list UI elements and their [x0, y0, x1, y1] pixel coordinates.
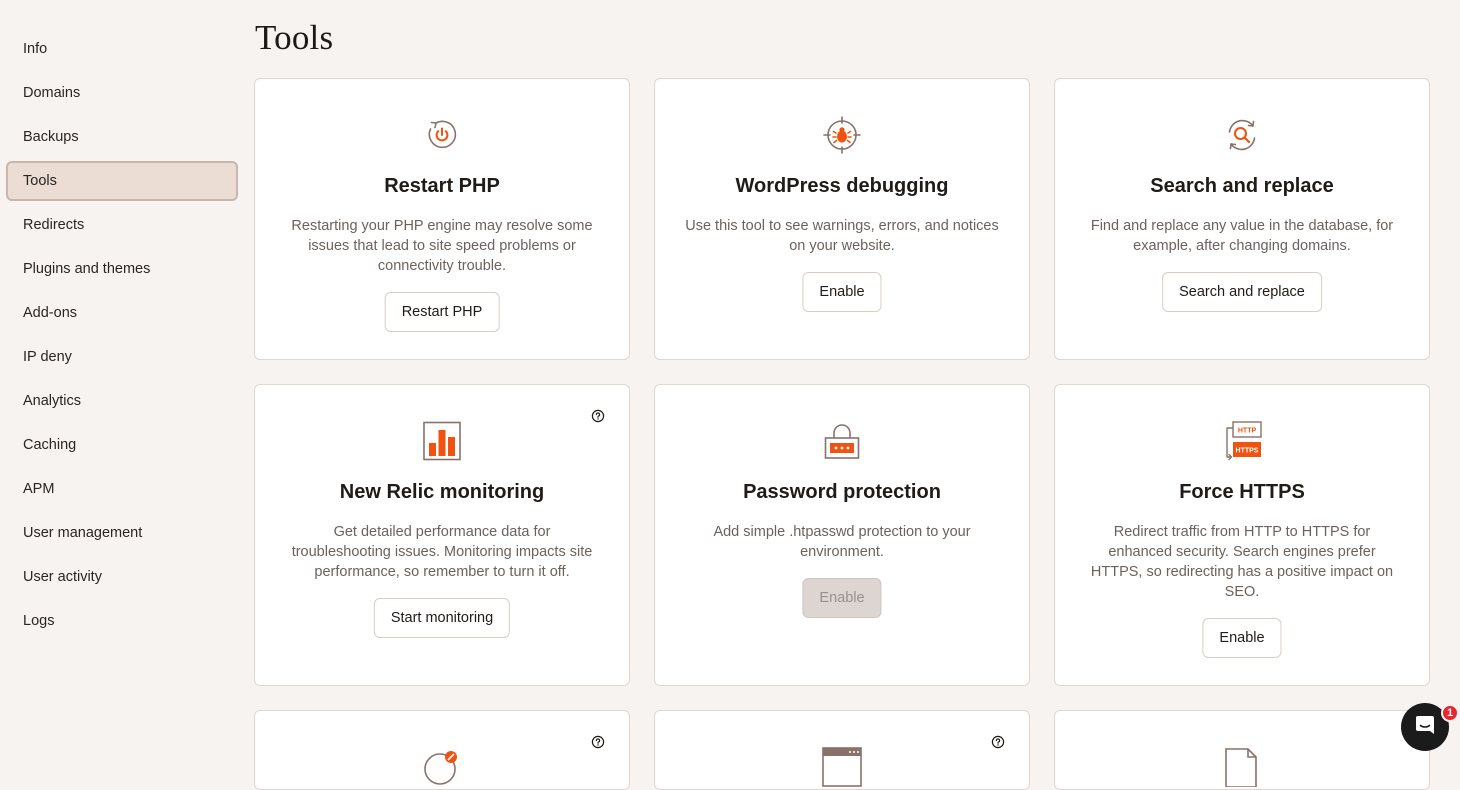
- card-title: Restart PHP: [384, 175, 500, 197]
- sidebar-item-apm[interactable]: APM: [6, 469, 238, 509]
- https-label: HTTPS: [1236, 448, 1259, 455]
- sidebar-item-label: Domains: [23, 85, 81, 101]
- sidebar-item-label: Plugins and themes: [23, 261, 151, 277]
- card-partial-2: [654, 710, 1030, 790]
- card-description: Redirect traffic from HTTP to HTTPS for …: [1090, 524, 1394, 600]
- sidebar-item-tools[interactable]: Tools: [6, 161, 238, 201]
- card-search-and-replace: Search and replace Find and replace any …: [1054, 78, 1430, 360]
- sidebar-item-label: Logs: [23, 613, 55, 629]
- sidebar-item-user-activity[interactable]: User activity: [6, 557, 238, 597]
- sidebar-item-label: Redirects: [23, 217, 85, 233]
- sidebar-item-label: User management: [23, 525, 143, 541]
- bug-target-icon: [822, 115, 862, 155]
- bar-chart-icon: [422, 421, 462, 461]
- search-refresh-icon: [1222, 115, 1262, 155]
- card-title: Search and replace: [1150, 175, 1334, 197]
- sidebar-item-plugins-and-themes[interactable]: Plugins and themes: [6, 249, 238, 289]
- card-force-https: HTTP HTTPS Force HTTPS Redirect traffic …: [1054, 384, 1430, 686]
- help-icon[interactable]: [591, 409, 605, 423]
- enable-password-protection-button[interactable]: Enable: [802, 578, 882, 618]
- card-partial-1: [254, 710, 630, 790]
- card-wordpress-debugging: WordPress debugging Use this tool to see…: [654, 78, 1030, 360]
- sidebar-item-label: APM: [23, 481, 55, 497]
- card-new-relic-monitoring: New Relic monitoring Get detailed perfor…: [254, 384, 630, 686]
- card-description: Restarting your PHP engine may resolve s…: [291, 218, 593, 274]
- sidebar-item-user-management[interactable]: User management: [6, 513, 238, 553]
- browser-window-icon: [822, 747, 862, 787]
- sidebar-item-add-ons[interactable]: Add-ons: [6, 293, 238, 333]
- page-title: Tools: [255, 18, 334, 57]
- sidebar-item-backups[interactable]: Backups: [6, 117, 238, 157]
- restart-power-icon: [422, 115, 462, 155]
- card-description: Get detailed performance data for troubl…: [291, 524, 593, 580]
- sidebar-item-label: Info: [23, 41, 48, 57]
- padlock-icon: [822, 421, 862, 461]
- sidebar-item-label: Analytics: [23, 393, 82, 409]
- sidebar-item-analytics[interactable]: Analytics: [6, 381, 238, 421]
- document-icon: [1222, 747, 1262, 787]
- help-icon[interactable]: [591, 735, 605, 749]
- restart-php-button[interactable]: Restart PHP: [384, 292, 500, 332]
- chat-bubble-icon: [1413, 713, 1437, 742]
- sidebar-nav: Info Domains Backups Tools Redirects Plu…: [0, 0, 246, 758]
- card-title: New Relic monitoring: [339, 481, 545, 503]
- http-label: HTTP: [1238, 428, 1257, 435]
- card-password-protection: Password protection Add simple .htpasswd…: [654, 384, 1030, 686]
- sidebar-item-caching[interactable]: Caching: [6, 425, 238, 465]
- sidebar-item-logs[interactable]: Logs: [6, 601, 238, 641]
- globe-block-icon: [422, 747, 462, 787]
- card-title: Force HTTPS: [1179, 481, 1305, 503]
- sidebar-item-label: Backups: [23, 129, 79, 145]
- card-title: Password protection: [743, 481, 941, 503]
- sidebar-item-label: Tools: [23, 173, 57, 189]
- notification-badge: 1: [1441, 704, 1459, 722]
- help-icon[interactable]: [991, 735, 1005, 749]
- card-description: Add simple .htpasswd protection to your …: [713, 524, 971, 560]
- sidebar-item-info[interactable]: Info: [6, 29, 238, 69]
- card-restart-php: Restart PHP Restarting your PHP engine m…: [254, 78, 630, 360]
- sidebar-item-redirects[interactable]: Redirects: [6, 205, 238, 245]
- card-partial-3: [1054, 710, 1430, 790]
- search-and-replace-button[interactable]: Search and replace: [1162, 272, 1322, 312]
- sidebar-item-ip-deny[interactable]: IP deny: [6, 337, 238, 377]
- enable-debugging-button[interactable]: Enable: [802, 272, 882, 312]
- sidebar-item-label: User activity: [23, 569, 102, 585]
- sidebar-item-label: Caching: [23, 437, 77, 453]
- card-description: Find and replace any value in the databa…: [1090, 218, 1394, 254]
- card-description: Use this tool to see warnings, errors, a…: [685, 218, 999, 254]
- start-monitoring-button[interactable]: Start monitoring: [373, 598, 511, 638]
- sidebar-item-domains[interactable]: Domains: [6, 73, 238, 113]
- http-https-icon: HTTP HTTPS: [1222, 421, 1262, 461]
- card-title: WordPress debugging: [735, 175, 949, 197]
- enable-force-https-button[interactable]: Enable: [1202, 618, 1282, 658]
- sidebar-item-label: IP deny: [23, 349, 72, 365]
- sidebar-item-label: Add-ons: [23, 305, 78, 321]
